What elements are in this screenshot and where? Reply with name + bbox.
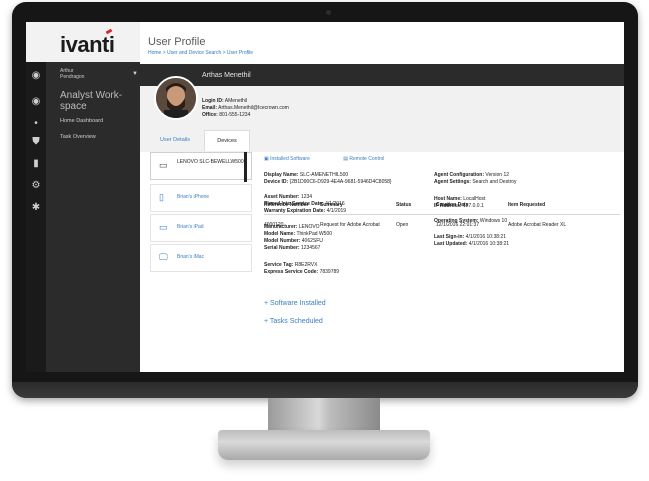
webcam — [326, 10, 331, 15]
device-item-imac[interactable]: 🖵 Brian's iMac — [150, 244, 252, 272]
tablet-icon: ▭ — [159, 222, 168, 232]
phone-icon: ▯ — [159, 192, 164, 202]
dashboard-icon[interactable]: • — [30, 118, 42, 130]
device-item-ipad[interactable]: ▭ Brian's iPad — [150, 214, 252, 242]
cell-status: Open — [396, 222, 409, 228]
network-icon[interactable]: ⚙ — [30, 180, 42, 192]
selection-indicator — [244, 152, 247, 182]
column-header[interactable]: Summary — [320, 202, 343, 208]
laptop-icon: ▭ — [159, 160, 168, 170]
nav-home-dashboard[interactable]: Home Dashboard — [60, 118, 103, 124]
screen: ivanti ◉ ◉ • ⛊ ▮ ⚙ ✱ Arthur Pendragon ▼ … — [26, 22, 624, 372]
device-actions: ▣ Installed Software ▤ Remote Control — [264, 156, 416, 162]
user-menu[interactable]: Arthur Pendragon ▼ — [48, 68, 138, 84]
column-header[interactable]: Item Requested — [508, 202, 545, 208]
main-content: User Profile Home > User and Device Sear… — [140, 22, 624, 372]
table-header: Reference Number Summary Status Creation… — [264, 202, 620, 215]
monitor-stand-base — [218, 430, 430, 460]
nav-task-overview[interactable]: Task Overview — [60, 134, 96, 140]
column-header[interactable]: Reference Number — [264, 202, 308, 208]
icon-rail: ◉ ◉ • ⛊ ▮ ⚙ ✱ — [26, 62, 46, 372]
device-label: Brian's iMac — [177, 254, 205, 260]
workspace-icon[interactable]: ◉ — [30, 96, 42, 108]
logo-area: ivanti — [26, 22, 140, 62]
device-list: ▭ LENOVO SLC-BEWELLW500 ▯ Brian's iPhone… — [150, 152, 254, 372]
device-label: Brian's iPad — [177, 224, 204, 230]
user-name: Arthur Pendragon — [60, 68, 85, 80]
shield-icon[interactable]: ⛊ — [30, 136, 42, 148]
user-icon[interactable]: ◉ — [30, 70, 42, 82]
device-item-lenovo[interactable]: ▭ LENOVO SLC-BEWELLW500 — [150, 152, 252, 180]
email: Arthas.Menethil@Icecrown.com — [218, 105, 289, 111]
cell-creation-date: 12/1/2016 22:01:37 — [436, 222, 480, 228]
remote-control-button[interactable]: ▤ Remote Control — [343, 156, 400, 162]
office-phone: 801-555-1234 — [219, 112, 251, 118]
cell-reference: 4000120 — [264, 222, 284, 228]
desktop-icon: 🖵 — [159, 252, 168, 262]
monitor-stand-neck — [268, 398, 380, 434]
column-header[interactable]: Status — [396, 202, 411, 208]
avatar — [154, 76, 198, 120]
workspace-title: Analyst Work- space — [60, 90, 123, 112]
device-label: LENOVO SLC-BEWELLW500 — [177, 159, 244, 165]
document-icon[interactable]: ▮ — [30, 158, 42, 170]
page-title: User Profile — [148, 36, 206, 48]
chevron-down-icon: ▼ — [132, 71, 138, 77]
cell-item-requested: Adobe Acrobat Reader XL — [508, 222, 567, 228]
tab-user-details[interactable]: User Details — [150, 130, 200, 150]
login-id: AMenethil — [224, 98, 248, 104]
tasks-table: Reference Number Summary Status Creation… — [264, 202, 620, 372]
gear-icon[interactable]: ✱ — [30, 202, 42, 214]
breadcrumb[interactable]: Home > User and Device Search > User Pro… — [148, 50, 253, 56]
installed-software-button[interactable]: ▣ Installed Software — [264, 156, 326, 162]
monitor-chin — [12, 382, 638, 398]
tab-devices[interactable]: Devices — [204, 130, 250, 151]
ivanti-logo: ivanti — [60, 32, 115, 57]
profile-info: Login ID: AMenethil Email: Arthas.Meneth… — [202, 98, 289, 118]
cell-summary: Request for Adobe Acrobat — [320, 222, 380, 228]
profile-name: Arthas Menethil — [202, 72, 251, 79]
device-identity: Display Name: SLC-AMENETHIL500 Device ID… — [264, 172, 392, 185]
agent-info: Agent Configuration: Version 12 Agent Se… — [434, 172, 517, 185]
device-item-iphone[interactable]: ▯ Brian's iPhone — [150, 184, 252, 212]
sidebar: ivanti ◉ ◉ • ⛊ ▮ ⚙ ✱ Arthur Pendragon ▼ … — [26, 22, 140, 372]
device-label: Brian's iPhone — [177, 194, 210, 200]
column-header[interactable]: Creation Date — [436, 202, 469, 208]
